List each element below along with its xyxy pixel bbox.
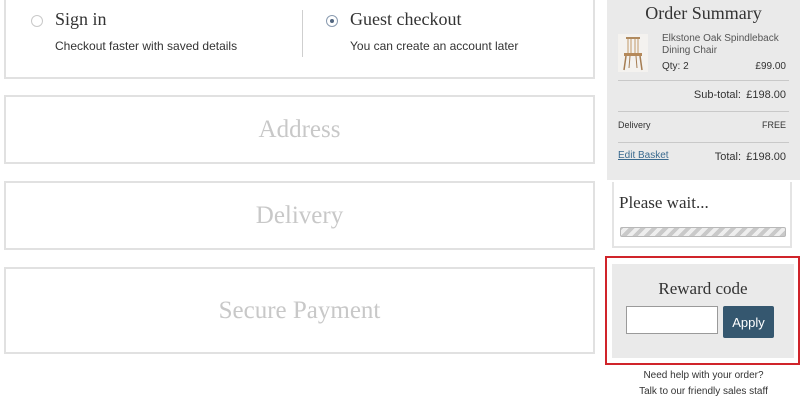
address-step-title: Address	[258, 115, 341, 143]
guest-checkout-title: Guest checkout	[350, 9, 462, 29]
apply-button[interactable]: Apply	[723, 306, 774, 338]
delivery-step-title: Delivery	[255, 201, 344, 229]
total-value: £198.00	[746, 151, 786, 163]
help-text: Need help with your order? Talk to our f…	[607, 368, 800, 400]
edit-basket-link[interactable]: Edit Basket	[618, 150, 669, 161]
login-options-panel: Sign in Checkout faster with saved detai…	[4, 0, 595, 79]
options-divider	[302, 10, 303, 57]
loading-panel: Please wait...	[612, 182, 792, 248]
order-summary: Order Summary Elkstone Oak Spindleback D…	[607, 0, 800, 180]
sign-in-radio[interactable]	[31, 15, 43, 27]
help-line-2: Talk to our friendly sales staff	[639, 386, 768, 397]
help-line-1: Need help with your order?	[643, 370, 764, 381]
reward-code-highlight: Reward code Apply	[605, 256, 800, 365]
loading-progress-bar	[620, 227, 786, 237]
guest-checkout-subtitle: You can create an account later	[350, 39, 519, 53]
payment-step-title: Secure Payment	[218, 296, 381, 324]
guest-checkout-radio[interactable]	[326, 15, 338, 27]
delivery-value: FREE	[761, 120, 786, 130]
delivery-row: Delivery FREE	[618, 112, 789, 142]
sign-in-title: Sign in	[55, 9, 107, 29]
address-step: Address	[4, 95, 595, 164]
delivery-label: Delivery	[618, 120, 651, 130]
sign-in-subtitle: Checkout faster with saved details	[55, 39, 238, 53]
subtotal-row: Sub-total: £198.00	[618, 81, 789, 111]
subtotal-value: £198.00	[746, 89, 786, 101]
product-qty: Qty: 2	[662, 61, 689, 72]
order-summary-title: Order Summary	[645, 3, 762, 23]
delivery-step: Delivery	[4, 181, 595, 250]
product-price: £99.00	[755, 61, 786, 72]
total-row: Edit Basket Total: £198.00	[618, 143, 789, 173]
reward-code-input[interactable]	[626, 306, 718, 334]
reward-code-panel: Reward code Apply	[612, 264, 794, 358]
total-label: Total:	[714, 151, 741, 163]
subtotal-label: Sub-total:	[693, 89, 741, 101]
chair-image	[618, 34, 648, 72]
summary-product: Elkstone Oak Spindleback Dining Chair Qt…	[618, 28, 789, 80]
payment-step: Secure Payment	[4, 267, 595, 354]
reward-code-title: Reward code	[658, 279, 748, 298]
product-name: Elkstone Oak Spindleback Dining Chair	[662, 33, 779, 56]
please-wait-text: Please wait...	[619, 193, 709, 212]
